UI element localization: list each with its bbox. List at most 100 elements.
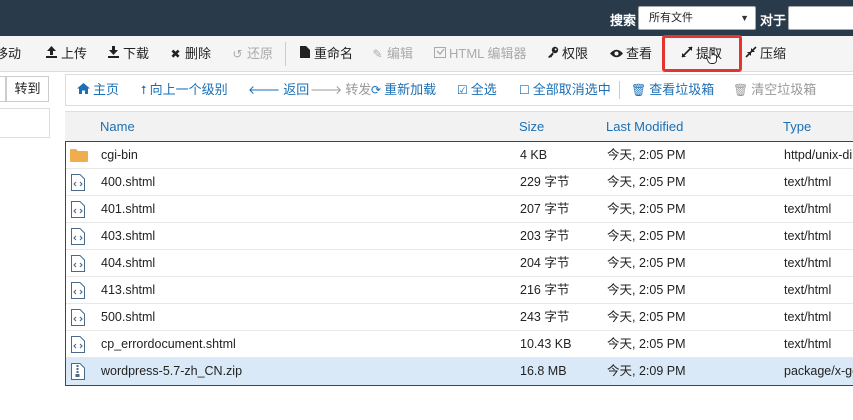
search-input[interactable] — [788, 6, 853, 30]
nav-label: 转发 — [345, 82, 372, 97]
toolbar-label: 压缩 — [760, 46, 787, 61]
download-icon — [107, 36, 120, 72]
file-name: 401.shtml — [101, 202, 156, 216]
delete-icon: ✖ — [170, 47, 181, 61]
unselect-all-button[interactable]: ☐ 全部取消选中 — [519, 75, 611, 105]
html-file-icon — [71, 201, 85, 218]
file-table-header: Name Size Last Modified Type — [65, 111, 853, 141]
checkbox-checked-icon: ☑ — [457, 83, 468, 97]
forward-button[interactable]: 🡒 转发 — [310, 75, 371, 105]
file-type: text/html — [784, 283, 832, 297]
table-row[interactable]: 403.shtml 203 字节 今天, 2:05 PM text/html — [66, 223, 853, 250]
search-label: 搜索 — [610, 13, 637, 28]
file-modified: 今天, 2:05 PM — [607, 148, 686, 162]
html-file-icon — [71, 282, 85, 299]
html-file-icon — [71, 174, 85, 191]
edit-button[interactable]: ✎ 编辑 — [371, 36, 413, 72]
file-name: 403.shtml — [101, 229, 156, 243]
table-row[interactable]: 400.shtml 229 字节 今天, 2:05 PM text/html — [66, 169, 853, 196]
file-type: text/html — [784, 202, 832, 216]
file-size: 203 字节 — [520, 229, 570, 243]
view-button[interactable]: 查看 — [610, 36, 652, 72]
html-editor-button[interactable]: HTML 编辑器 — [433, 36, 527, 72]
toolbar-label: 编辑 — [387, 46, 414, 61]
key-icon — [546, 36, 559, 72]
file-name: cgi-bin — [101, 148, 138, 162]
zip-file-icon — [71, 363, 85, 380]
file-modified: 今天, 2:05 PM — [607, 310, 686, 324]
nav-label: 向上一个级别 — [149, 82, 228, 97]
nav-label: 全选 — [470, 82, 497, 97]
nav-label: 重新加载 — [384, 82, 437, 97]
toolbar-label: 删除 — [185, 46, 212, 61]
file-type: text/html — [784, 229, 832, 243]
html-file-icon — [71, 336, 85, 353]
toolbar-label: 下载 — [123, 46, 150, 61]
toolbar-label: HTML 编辑器 — [449, 46, 527, 61]
toolbar-label: 权限 — [562, 46, 589, 61]
folder-icon — [70, 149, 88, 162]
checkbox-empty-icon: ☐ — [519, 83, 530, 97]
compress-button[interactable]: 压缩 — [744, 36, 786, 72]
table-row[interactable]: 401.shtml 207 字节 今天, 2:05 PM text/html — [66, 196, 853, 223]
nav-label: 清空垃圾箱 — [751, 82, 817, 97]
file-type: text/html — [784, 175, 832, 189]
trash-icon: 🗑 — [733, 83, 749, 97]
file-size: 229 字节 — [520, 175, 570, 189]
arrow-up-icon: ⭡ — [141, 83, 147, 97]
delete-button[interactable]: ✖ 删除 — [169, 36, 211, 72]
download-button[interactable]: 下载 — [107, 36, 149, 72]
hand-cursor-icon — [706, 49, 717, 64]
html-file-icon — [71, 255, 85, 272]
upload-icon — [45, 36, 58, 72]
column-header-type[interactable]: Type — [783, 112, 811, 142]
search-scope-value: 所有文件 — [649, 12, 693, 24]
file-modified: 今天, 2:05 PM — [607, 337, 686, 351]
toolbar-divider — [285, 42, 286, 66]
column-header-size[interactable]: Size — [519, 112, 544, 142]
top-bar: 搜索 所有文件 ▼ 对于 — [0, 0, 853, 36]
arrow-left-icon: 🡐 — [248, 83, 281, 97]
edit-icon: ✎ — [372, 47, 383, 61]
file-name: 400.shtml — [101, 175, 156, 189]
navigation-bar: 主页 ⭡ 向上一个级别 🡐 返回 🡒 转发 ⟳ 重新加载 ☑ 全选 ☐ 全部取消选中 🗑 查看… — [65, 74, 853, 106]
table-row-selected[interactable]: wordpress-5.7-zh_CN.zip 16.8 MB 今天, 2:09… — [66, 358, 853, 385]
rename-button[interactable]: 重命名 — [298, 36, 353, 72]
home-button[interactable]: 主页 — [77, 75, 119, 105]
file-name: 500.shtml — [101, 310, 156, 324]
upload-button[interactable]: 上传 — [45, 36, 87, 72]
file-size: 243 字节 — [520, 310, 570, 324]
table-row[interactable]: 404.shtml 204 字节 今天, 2:05 PM text/html — [66, 250, 853, 277]
reload-icon: ⟳ — [371, 83, 382, 97]
restore-icon: ↺ — [232, 47, 243, 61]
go-button[interactable]: 转到 — [6, 76, 49, 102]
empty-trash-button[interactable]: 🗑 清空垃圾箱 — [733, 75, 816, 105]
column-header-last-modified[interactable]: Last Modified — [606, 112, 683, 142]
column-header-name[interactable]: Name — [100, 112, 135, 142]
table-row[interactable]: 500.shtml 243 字节 今天, 2:05 PM text/html — [66, 304, 853, 331]
back-button[interactable]: 🡐 返回 — [248, 75, 309, 105]
directory-tree[interactable] — [0, 108, 50, 138]
table-row[interactable]: 413.shtml 216 字节 今天, 2:05 PM text/html — [66, 277, 853, 304]
html-editor-icon — [433, 36, 446, 72]
home-icon — [77, 75, 90, 105]
permissions-button[interactable]: 权限 — [546, 36, 588, 72]
restore-button[interactable]: ↺ 还原 — [231, 36, 273, 72]
file-name: wordpress-5.7-zh_CN.zip — [101, 364, 243, 378]
file-type: text/html — [784, 256, 832, 270]
up-one-level-button[interactable]: ⭡ 向上一个级别 — [141, 75, 228, 105]
select-all-button[interactable]: ☑ 全选 — [457, 75, 497, 105]
table-row[interactable]: cp_errordocument.shtml 10.43 KB 今天, 2:05… — [66, 331, 853, 358]
file-modified: 今天, 2:05 PM — [607, 283, 686, 297]
arrow-right-icon: 🡒 — [310, 83, 343, 97]
table-row[interactable]: cgi-bin 4 KB 今天, 2:05 PM httpd/unix-dire… — [66, 142, 853, 169]
toolbar-label: 移动 — [0, 46, 22, 61]
search-scope-select[interactable]: 所有文件 ▼ — [638, 6, 756, 30]
nav-label: 查看垃圾箱 — [649, 82, 715, 97]
view-trash-button[interactable]: 🗑 查看垃圾箱 — [631, 75, 714, 105]
eye-icon — [610, 36, 623, 72]
nav-label: 返回 — [283, 82, 310, 97]
move-button[interactable]: 移动 — [0, 36, 21, 72]
reload-button[interactable]: ⟳ 重新加载 — [371, 75, 436, 105]
file-type: httpd/unix-directory — [784, 148, 853, 162]
